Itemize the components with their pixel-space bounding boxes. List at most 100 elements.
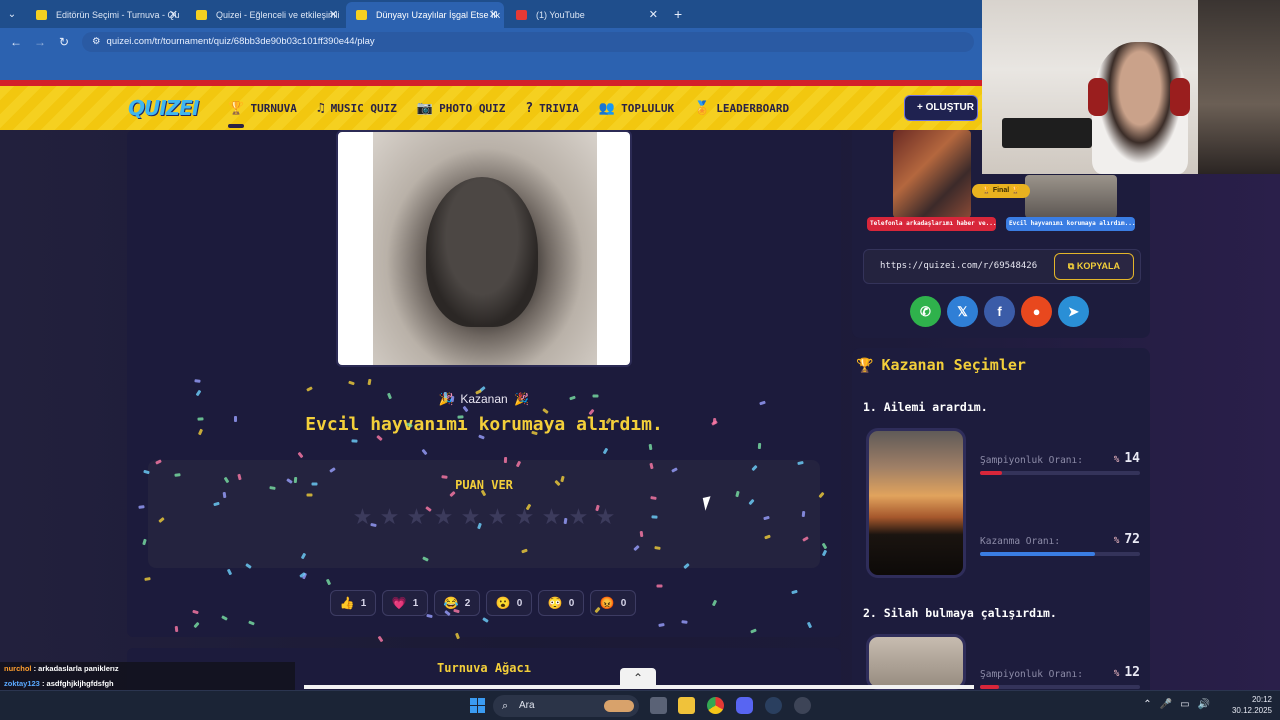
star-icon[interactable]: ★ [568, 504, 589, 530]
thumbs-up-icon: 👍 [339, 596, 355, 610]
winner-label-text: Kazanan [460, 392, 508, 406]
tab-title: Quizei - Eğlenceli ve etkileşimli [216, 10, 340, 20]
reload-icon[interactable]: ↻ [52, 35, 76, 49]
chat-text: : arkadaslarla paniklerız [31, 664, 119, 673]
webcam-overlay [982, 0, 1280, 174]
champion-rate-value: % 14 [1114, 451, 1140, 466]
flushed-icon: 😳 [547, 596, 563, 610]
confetti-piece [234, 416, 238, 423]
tab-strip: Editörün Seçimi - Turnuva - Qu ✕ Quizei - … [24, 0, 664, 28]
copy-button[interactable]: ⧉ KOPYALA [1054, 253, 1134, 280]
nav-item-music-quiz[interactable]: ♫ MUSIC QUIZ [317, 101, 397, 116]
close-tab-icon[interactable]: ✕ [489, 2, 498, 28]
app-icon[interactable] [794, 697, 811, 714]
create-button[interactable]: + OLUŞTUR [904, 95, 978, 121]
x-icon[interactable]: 𝕏 [947, 296, 978, 327]
site-info-icon[interactable]: ⚙ [92, 36, 101, 47]
back-arrow-icon[interactable]: ← [4, 35, 28, 49]
reaction-bar: 👍 1 💗 1 😂 2 😮 0 😳 0 😡 0 [330, 590, 636, 616]
browser-tab[interactable]: Dünyayı Uzaylılar İşgal Etse İlk ✕ [346, 2, 504, 28]
star-icon[interactable]: ★ [514, 504, 535, 530]
facebook-icon[interactable]: f [984, 296, 1015, 327]
close-tab-icon[interactable]: ✕ [169, 2, 178, 28]
site-header: QUIZEI 🏆 TURNUVA ♫ MUSIC QUIZ 📷 PHOTO QUIZ ? TR… [0, 86, 982, 130]
chat-text: : asdfghjkljhgfdsfgh [39, 678, 114, 688]
nav-item-label: TRIVIA [539, 101, 579, 115]
nav-item-topluluk[interactable]: 👥 TOPLULUK [599, 101, 674, 116]
telegram-icon[interactable]: ➤ [1058, 296, 1089, 327]
reaction-button[interactable]: 😮 0 [486, 590, 532, 616]
confetti-piece [681, 620, 688, 624]
chrome-icon[interactable] [707, 697, 724, 714]
page-bottom-bar [304, 685, 974, 689]
tab-list-chevron-icon[interactable]: ⌄ [0, 9, 24, 20]
clock-time: 20:12 [1251, 695, 1272, 704]
webcam-desk [1002, 118, 1092, 148]
winner-entry-title: 2. Silah bulmaya çalışırdım. [863, 606, 1057, 620]
camera-icon: 📷 [416, 100, 434, 116]
close-tab-icon[interactable]: ✕ [649, 2, 658, 28]
reaction-button[interactable]: 💗 1 [382, 590, 428, 616]
dog-figure [426, 177, 538, 327]
tab-title: Editörün Seçimi - Turnuva - Qu [56, 10, 180, 20]
reaction-button[interactable]: 😳 0 [538, 590, 584, 616]
browser-tab[interactable]: Quizei - Eğlenceli ve etkileşimli ✕ [186, 2, 344, 28]
champion-rate-value: % 12 [1114, 665, 1140, 680]
confetti-piece [441, 474, 448, 479]
share-url-box: https://quizei.com/r/69548426 ⧉ KOPYALA [863, 249, 1141, 284]
discord-icon[interactable] [736, 697, 753, 714]
champion-rate-label: Şampiyonluk Oranı: [980, 669, 1083, 680]
whatsapp-icon[interactable]: ✆ [910, 296, 941, 327]
trophy-icon: 🏆 [228, 100, 245, 116]
star-icon[interactable]: ★ [433, 504, 454, 530]
windows-start-icon[interactable] [470, 698, 485, 713]
browser-tab[interactable]: Editörün Seçimi - Turnuva - Qu ✕ [26, 2, 184, 28]
nav-item-leaderboard[interactable]: 🏅 LEADERBOARD [694, 101, 789, 116]
winner-label: 🎉 Kazanan 🎉 [336, 392, 632, 406]
laugh-icon: 😂 [443, 596, 459, 610]
url-field[interactable]: ⚙ quizei.com/tr/tournament/quiz/68bb3de90… [82, 32, 974, 52]
nav-item-label: MUSIC QUIZ [330, 101, 397, 115]
reddit-icon[interactable]: ● [1021, 296, 1052, 327]
url-text: quizei.com/tr/tournament/quiz/68bb3de90b… [106, 36, 375, 47]
tab-favicon-icon [516, 10, 527, 20]
final-left-caption: Telefonla arkadaşlarımı haber ve... [867, 217, 996, 231]
final-left-thumbnail [893, 130, 971, 218]
chat-message: zoktay123 : asdfghjkljhgfdsfgh [0, 677, 295, 692]
confetti-piece [351, 438, 358, 443]
star-icon[interactable]: ★ [379, 504, 400, 530]
task-view-icon[interactable] [650, 697, 667, 714]
steam-icon[interactable] [765, 697, 782, 714]
nav-item-turnuva[interactable]: 🏆 TURNUVA [228, 100, 297, 128]
nav-item-trivia[interactable]: ? TRIVIA [525, 101, 579, 116]
site-logo[interactable]: QUIZEI [128, 96, 199, 120]
confetti-piece [639, 530, 643, 537]
forward-arrow-icon[interactable]: → [28, 35, 52, 49]
browser-tab[interactable]: (1) YouTube ✕ [506, 2, 664, 28]
confetti-piece [174, 625, 178, 632]
close-tab-icon[interactable]: ✕ [329, 2, 338, 28]
address-bar: ← → ↻ ⚙ quizei.com/tr/tournament/quiz/68b… [0, 28, 982, 56]
file-explorer-icon[interactable] [678, 697, 695, 714]
win-rate-bar-fill [980, 552, 1096, 556]
reaction-button[interactable]: 👍 1 [330, 590, 376, 616]
confetti-piece [648, 443, 653, 451]
star-rating: ★ ★ ★ ★ ★ ★ ★ ★ ★ ★ [352, 504, 616, 530]
new-tab-button[interactable]: + [674, 6, 682, 22]
share-url-text[interactable]: https://quizei.com/r/69548426 [880, 261, 1052, 271]
reaction-count: 0 [568, 597, 575, 609]
nav-item-photo-quiz[interactable]: 📷 PHOTO QUIZ [417, 101, 505, 116]
star-icon[interactable]: ★ [352, 504, 373, 530]
taskbar-clock[interactable]: 20:12 30.12.2025 [1232, 694, 1272, 716]
star-icon[interactable]: ★ [487, 504, 508, 530]
star-icon[interactable]: ★ [541, 504, 562, 530]
confetti-piece [174, 472, 181, 477]
reaction-count: 1 [360, 597, 367, 609]
search-icon: ⌕ [502, 700, 509, 712]
system-tray[interactable]: ⌃🎤▭🔊 [1143, 699, 1218, 710]
star-icon[interactable]: ★ [406, 504, 427, 530]
taskbar-search-text: Ara [519, 700, 535, 711]
webcam-shelf [1198, 0, 1280, 174]
taskbar-search-art-icon [604, 700, 634, 712]
champion-rate-label: Şampiyonluk Oranı: [980, 455, 1083, 466]
